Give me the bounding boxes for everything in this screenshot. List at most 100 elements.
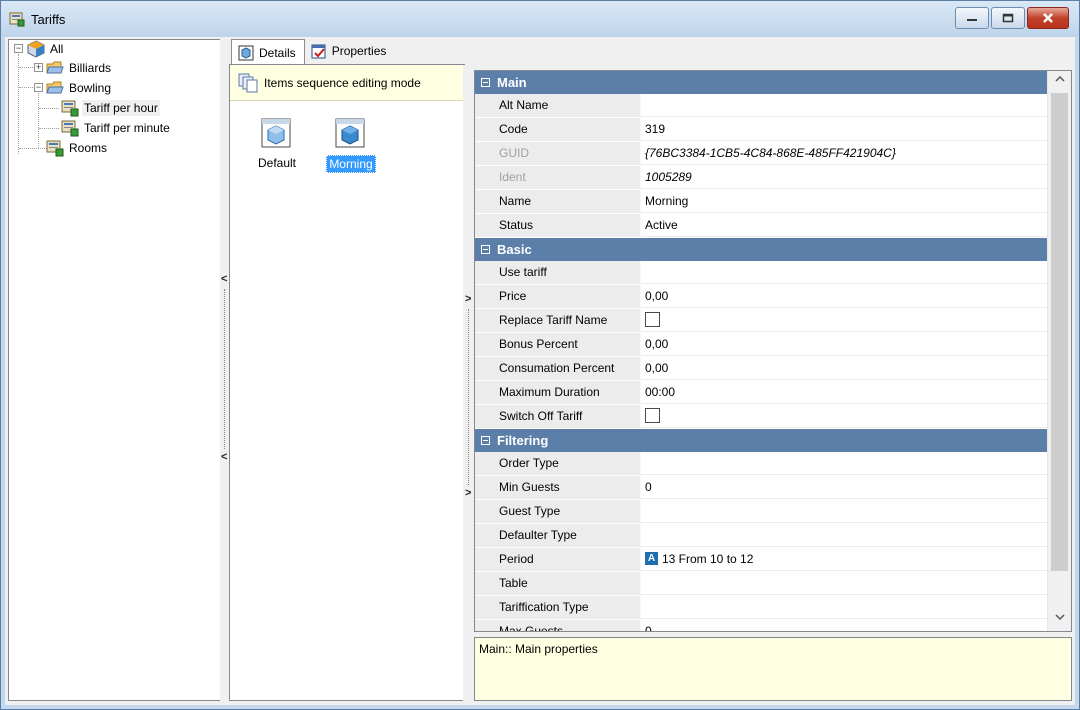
property-row-consumation-percent[interactable]: Consumation Percent 0,00: [475, 357, 1047, 381]
close-button[interactable]: [1027, 7, 1069, 29]
tariff-item-morning[interactable]: Morning: [316, 115, 386, 173]
property-value[interactable]: [641, 524, 1047, 547]
property-value[interactable]: 0: [641, 620, 1047, 631]
property-row-table[interactable]: Table: [475, 572, 1047, 596]
property-grid-scrollbar[interactable]: [1047, 71, 1071, 631]
property-key: Name: [475, 190, 641, 213]
property-key: Maximum Duration: [475, 381, 641, 404]
tree-item-tariff-per-hour[interactable]: Tariff per hour: [61, 99, 160, 117]
property-row-ident[interactable]: Ident 1005289: [475, 166, 1047, 190]
minimize-button[interactable]: [955, 7, 989, 29]
collapse-left-arrow-bottom[interactable]: <: [221, 451, 227, 463]
details-icon: [238, 45, 254, 60]
sequence-edit-icon: [238, 73, 258, 92]
property-row-replace-tariff-name[interactable]: Replace Tariff Name: [475, 309, 1047, 333]
property-row-use-tariff[interactable]: Use tariff: [475, 261, 1047, 285]
switch-off-tariff-checkbox[interactable]: [645, 408, 660, 424]
property-row-max-guests[interactable]: Max Guests 0: [475, 620, 1047, 631]
property-key: Consumation Percent: [475, 357, 641, 380]
collapse-icon[interactable]: [481, 245, 490, 254]
property-value[interactable]: [641, 500, 1047, 523]
sequence-mode-bar[interactable]: Items sequence editing mode: [230, 65, 464, 101]
billiards-expand-toggle[interactable]: +: [34, 63, 43, 72]
property-row-guest-type[interactable]: Guest Type: [475, 500, 1047, 524]
property-value[interactable]: 0: [641, 476, 1047, 499]
replace-tariff-name-checkbox[interactable]: [645, 312, 660, 328]
property-value[interactable]: 0,00: [641, 357, 1047, 380]
property-value[interactable]: [641, 596, 1047, 619]
property-row-min-guests[interactable]: Min Guests 0: [475, 476, 1047, 500]
tree-item-tariff-per-minute[interactable]: Tariff per minute: [61, 119, 172, 137]
tariff-icon: [46, 140, 64, 157]
maximize-button[interactable]: [991, 7, 1025, 29]
property-row-alt-name[interactable]: Alt Name: [475, 94, 1047, 118]
property-row-bonus-percent[interactable]: Bonus Percent 0,00: [475, 333, 1047, 357]
property-key: Order Type: [475, 452, 641, 475]
property-value[interactable]: [641, 572, 1047, 595]
tree-item-all[interactable]: All: [27, 40, 65, 58]
category-basic[interactable]: Basic: [475, 238, 1047, 261]
property-value[interactable]: 00:00: [641, 381, 1047, 404]
property-key: Min Guests: [475, 476, 641, 499]
property-value[interactable]: 0,00: [641, 333, 1047, 356]
root-collapse-toggle[interactable]: −: [14, 44, 23, 53]
category-filtering[interactable]: Filtering: [475, 429, 1047, 452]
property-row-maximum-duration[interactable]: Maximum Duration 00:00: [475, 381, 1047, 405]
maximize-icon: [1002, 13, 1014, 23]
collapse-icon[interactable]: [481, 78, 490, 87]
property-value[interactable]: [641, 94, 1047, 117]
tariff-icon: [61, 100, 79, 117]
property-row-order-type[interactable]: Order Type: [475, 452, 1047, 476]
sequence-mode-label: Items sequence editing mode: [264, 75, 421, 90]
items-pane[interactable]: Items sequence editing mode Default Morn…: [229, 64, 465, 701]
tariffs-app-icon: [9, 12, 25, 27]
scroll-down-button[interactable]: [1048, 609, 1071, 629]
properties-icon: [311, 44, 326, 59]
property-value: {76BC3384-1CB5-4C84-868E-485FF421904C}: [641, 142, 1047, 165]
property-value[interactable]: Morning: [641, 190, 1047, 213]
collapse-left-arrow[interactable]: <: [221, 273, 227, 285]
property-row-tariffication-type[interactable]: Tariffication Type: [475, 596, 1047, 620]
property-key: Price: [475, 285, 641, 308]
bowling-collapse-toggle[interactable]: −: [34, 83, 43, 92]
right-splitter[interactable]: > >: [463, 65, 473, 701]
tab-properties[interactable]: Properties: [305, 39, 395, 63]
property-key: Use tariff: [475, 261, 641, 284]
scroll-thumb[interactable]: [1051, 93, 1068, 571]
expand-right-arrow-bottom[interactable]: >: [465, 487, 471, 499]
property-row-guid[interactable]: GUID {76BC3384-1CB5-4C84-868E-485FF421904…: [475, 142, 1047, 166]
tree-item-billiards[interactable]: Billiards: [46, 59, 113, 77]
property-row-code[interactable]: Code 319: [475, 118, 1047, 142]
tab-details[interactable]: Details: [231, 39, 305, 65]
property-value: [641, 405, 1047, 428]
property-value[interactable]: Active: [641, 214, 1047, 237]
title-bar[interactable]: Tariffs: [1, 1, 1079, 37]
tree-item-bowling[interactable]: Bowling: [46, 79, 113, 97]
property-key: GUID: [475, 142, 641, 165]
property-row-name[interactable]: Name Morning: [475, 190, 1047, 214]
expand-right-arrow[interactable]: >: [465, 293, 471, 305]
property-value[interactable]: [641, 261, 1047, 284]
property-value[interactable]: 319: [641, 118, 1047, 141]
close-icon: [1043, 13, 1053, 23]
property-value[interactable]: [641, 452, 1047, 475]
tab-details-label: Details: [259, 45, 296, 60]
collapse-icon[interactable]: [481, 436, 490, 445]
property-value[interactable]: A 13 From 10 to 12: [641, 548, 1047, 571]
property-value[interactable]: 0,00: [641, 285, 1047, 308]
scroll-up-button[interactable]: [1048, 71, 1071, 91]
property-row-period[interactable]: Period A 13 From 10 to 12: [475, 548, 1047, 572]
property-row-price[interactable]: Price 0,00: [475, 285, 1047, 309]
property-row-defaulter-type[interactable]: Defaulter Type: [475, 524, 1047, 548]
property-row-switch-off-tariff[interactable]: Switch Off Tariff: [475, 405, 1047, 429]
property-row-status[interactable]: Status Active: [475, 214, 1047, 238]
property-value: 1005289: [641, 166, 1047, 189]
tariff-item-default[interactable]: Default: [242, 115, 312, 171]
folder-icon: [46, 61, 64, 74]
tree-label-billiards: Billiards: [69, 61, 112, 75]
tariff-item-default-label: Default: [257, 156, 297, 170]
tariff-tree[interactable]: − All + Billiards − Bowling Tariff per h…: [8, 39, 222, 701]
category-main[interactable]: Main: [475, 71, 1047, 94]
tree-item-rooms[interactable]: Rooms: [46, 139, 109, 157]
property-grid[interactable]: Main Alt Name Code 319 GUID {76BC3384-1CB5…: [474, 70, 1072, 632]
